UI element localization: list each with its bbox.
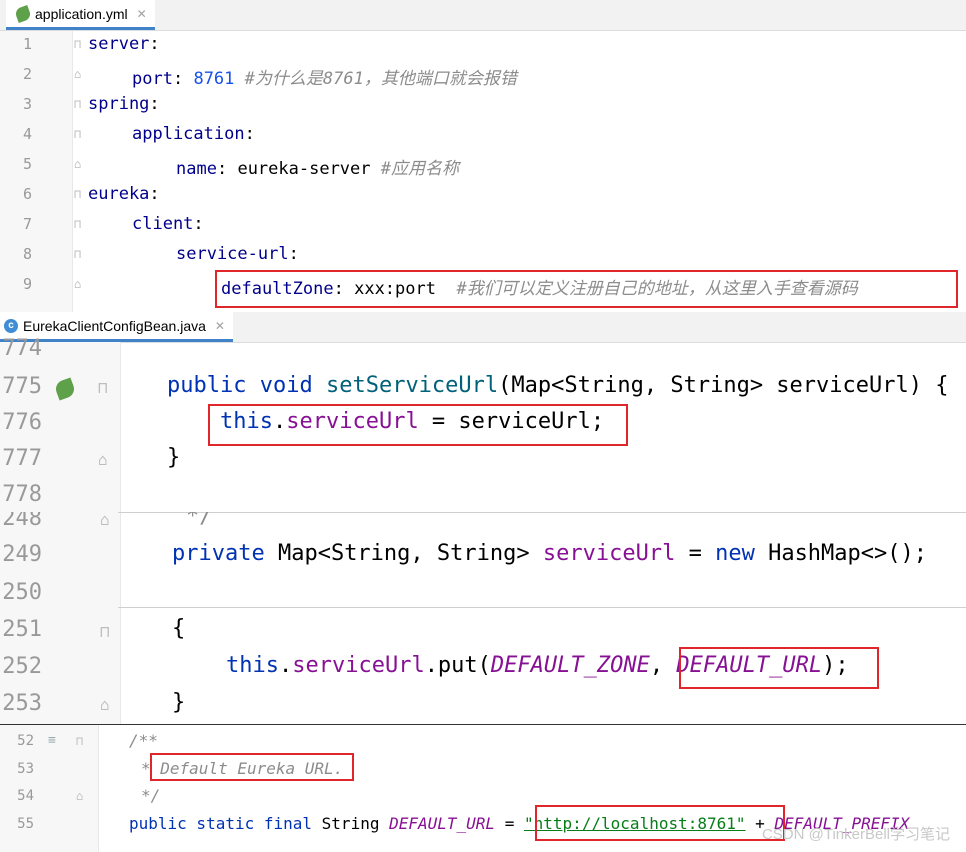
watermark: CSDN @TinkerBell学习笔记 [761,826,950,843]
line-number: 6 [22,185,32,203]
yaml-tab-bar: application.yml ✕ [0,0,966,31]
line-number: 9 [22,275,32,293]
highlight-box-default-zone [215,270,958,308]
java-editor-service-url-field: 248 ⌂ */ 249 private Map<String, String>… [0,512,966,724]
line-number: 775 [2,374,42,399]
line-number: 252 [2,654,42,679]
highlight-box-default-url [679,647,879,689]
tab-title: application.yml [35,5,128,22]
code-line: spring: [88,94,160,114]
line-number: 251 [2,617,42,642]
fold-icon[interactable]: ⊓ [74,37,81,51]
code-line: server: [88,34,160,54]
code-line: { [172,616,186,641]
fold-icon[interactable]: ⊓ [76,734,83,748]
code-line: application: [132,124,255,144]
line-number: 7 [22,215,32,233]
line-number: 53 [17,761,34,777]
highlight-box-localhost-url [535,805,785,841]
line-number: 778 [2,482,42,507]
code-line: name: eureka-server #应用名称 [176,159,460,179]
yaml-editor: application.yml ✕ 1 ⊓ server: 2 ⌂ port: … [0,0,966,312]
fold-icon[interactable]: ⌂ [76,789,83,803]
java-class-icon: c [4,318,18,333]
fold-icon[interactable]: ⌂ [74,157,81,171]
line-number: 1 [22,35,32,53]
line-number: 774 [2,336,42,361]
fold-icon[interactable]: ⊓ [74,247,81,261]
line-number: 2 [22,65,32,83]
fold-icon[interactable]: ⌂ [74,67,81,81]
code-line: service-url: [176,244,299,264]
close-icon[interactable]: ✕ [137,7,147,21]
fold-icon[interactable]: ⌂ [100,512,110,529]
line-number: 55 [17,816,34,832]
java-editor-default-url-constant: 52 ≡ ⊓ /** 53 * Default Eureka URL. 54 ⌂… [0,724,966,852]
tab-application-yml[interactable]: application.yml ✕ [6,0,155,30]
line-number: 4 [22,125,32,143]
highlight-box-assignment [208,404,628,446]
line-number: 249 [2,542,42,567]
line-number: 5 [22,155,32,173]
code-line: } [167,445,181,470]
code-line: client: [132,214,204,234]
line-number: 253 [2,691,42,716]
fold-icon[interactable]: ⌂ [74,277,81,291]
line-number: 3 [22,95,32,113]
code-line: public void setServiceUrl(Map<String, St… [167,373,949,398]
code-line: port: 8761 #为什么是8761，其他端口就会报错 [132,69,517,89]
fold-icon[interactable]: ⊓ [74,97,81,111]
line-number: 52 [17,733,34,749]
tab-title: EurekaClientConfigBean.java [23,317,206,334]
java-tab-bar: c EurekaClientConfigBean.java ✕ [0,312,966,343]
code-line: } [172,690,186,715]
fold-icon[interactable]: ⌂ [100,695,110,714]
line-number: 777 [2,446,42,471]
fold-icon[interactable]: ⊓ [74,217,81,231]
fold-icon[interactable]: ⊓ [74,187,81,201]
code-line: */ [186,512,213,529]
code-line: */ [141,786,161,805]
code-line: /** [129,731,158,750]
line-number: 250 [2,580,42,605]
highlight-box-doc-comment [150,753,354,781]
divider [118,607,966,608]
close-icon[interactable]: ✕ [215,319,225,333]
line-number: 248 [2,512,42,531]
code-line: eureka: [88,184,160,204]
fold-icon[interactable]: ⊓ [98,378,108,397]
spring-leaf-icon [14,4,32,23]
line-number: 8 [22,245,32,263]
fold-icon[interactable]: ⊓ [74,127,81,141]
line-number: 776 [2,410,42,435]
fold-icon[interactable]: ⌂ [98,450,108,469]
java-editor-set-service-url: c EurekaClientConfigBean.java ✕ 774 775 … [0,312,966,512]
fold-icon[interactable]: ⊓ [100,622,110,641]
line-number: 54 [17,788,34,804]
divider [118,512,966,513]
code-line: private Map<String, String> serviceUrl =… [172,541,928,566]
docs-icon[interactable]: ≡ [48,733,56,748]
